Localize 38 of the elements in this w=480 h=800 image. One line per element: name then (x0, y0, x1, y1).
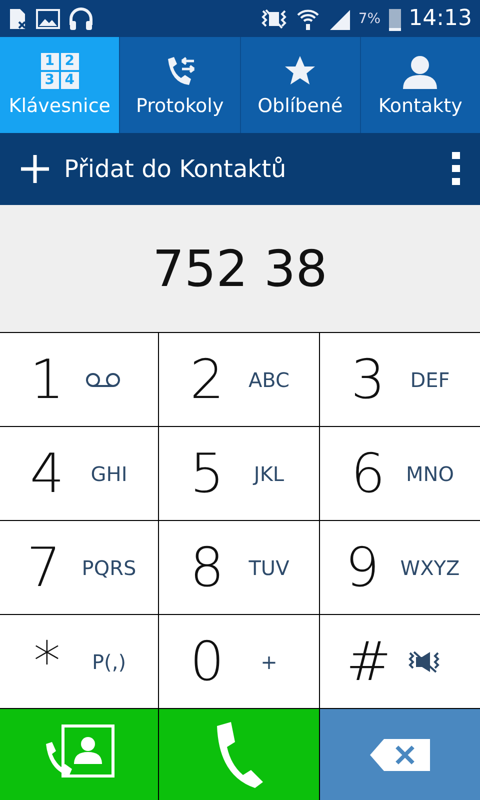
battery-percent: 7% (358, 10, 381, 26)
dial-key[interactable]: * P(,) (0, 615, 159, 709)
dial-key[interactable]: 7 PQRS (0, 521, 159, 615)
key-letters: GHI (90, 462, 128, 486)
voicemail-icon (85, 372, 121, 388)
call-button[interactable] (159, 709, 320, 800)
key-letters: PQRS (82, 556, 136, 580)
dial-key[interactable]: 8 TUV (159, 521, 320, 615)
dial-key[interactable]: 2 ABC (159, 333, 320, 427)
key-letters: ABC (247, 368, 290, 392)
dial-key[interactable]: 5 JKL (159, 427, 320, 521)
sim-icon (8, 8, 28, 30)
key-letters: MNO (406, 462, 454, 486)
clock: 14:13 (408, 6, 472, 31)
headphones-icon (68, 6, 94, 30)
dialed-number: 752 38 (152, 240, 328, 298)
backspace-icon (370, 738, 430, 772)
key-letters: DEF (409, 368, 451, 392)
signal-icon (328, 8, 350, 30)
plus-icon (20, 154, 50, 184)
wifi-icon (296, 6, 320, 30)
key-letters: TUV (248, 556, 290, 580)
person-icon (401, 53, 440, 89)
video-call-button[interactable] (0, 709, 159, 800)
key-letters: WXYZ (400, 556, 460, 580)
key-letters: + (260, 650, 278, 674)
backspace-button[interactable] (320, 709, 480, 800)
dial-key[interactable]: 1 (0, 333, 159, 427)
vibrate-mute-icon (406, 648, 442, 674)
image-icon (36, 8, 60, 28)
vibrate-icon (260, 8, 288, 30)
dial-key[interactable]: 0 + (159, 615, 320, 709)
add-contact-button[interactable]: Přidat do Kontaktů (20, 154, 286, 184)
key-letters: P(,) (90, 650, 128, 674)
key-letters: JKL (252, 462, 286, 486)
battery-icon (388, 6, 401, 30)
more-options-icon[interactable] (452, 152, 460, 186)
dial-key[interactable]: 4 GHI (0, 427, 159, 521)
